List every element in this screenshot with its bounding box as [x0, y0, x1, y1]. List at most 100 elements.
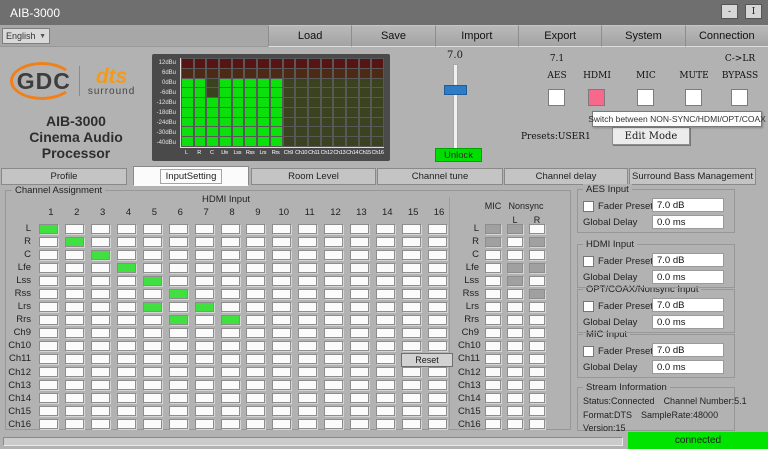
side-cell-nonsync-r-ch12[interactable]	[529, 367, 545, 377]
tab-room-level[interactable]: Room Level	[251, 168, 376, 185]
matrix-cell-ch15-4[interactable]	[117, 406, 136, 416]
matrix-cell-r-2[interactable]	[65, 237, 84, 247]
matrix-cell-lss-13[interactable]	[350, 276, 369, 286]
matrix-cell-ch14-4[interactable]	[117, 393, 136, 403]
matrix-cell-ch12-7[interactable]	[195, 367, 214, 377]
matrix-cell-ch15-6[interactable]	[169, 406, 188, 416]
matrix-cell-ch12-1[interactable]	[39, 367, 58, 377]
matrix-cell-ch9-3[interactable]	[91, 328, 110, 338]
matrix-cell-ch14-13[interactable]	[350, 393, 369, 403]
matrix-cell-rss-14[interactable]	[376, 289, 395, 299]
matrix-cell-rrs-4[interactable]	[117, 315, 136, 325]
toggle-checkbox-mic[interactable]	[637, 89, 654, 106]
fader-preset-checkbox[interactable]	[583, 201, 594, 212]
side-cell-nonsync-r-c[interactable]	[529, 250, 545, 260]
matrix-cell-ch14-16[interactable]	[428, 393, 447, 403]
side-cell-mic-lrs[interactable]	[485, 302, 501, 312]
matrix-cell-ch16-2[interactable]	[65, 419, 84, 429]
matrix-cell-ch12-3[interactable]	[91, 367, 110, 377]
matrix-cell-rrs-11[interactable]	[298, 315, 317, 325]
matrix-cell-r-13[interactable]	[350, 237, 369, 247]
fader-preset-value[interactable]: 7.0 dB	[652, 298, 724, 312]
unlock-button[interactable]: Unlock	[435, 148, 482, 162]
matrix-cell-lss-15[interactable]	[402, 276, 421, 286]
matrix-cell-ch10-9[interactable]	[246, 341, 265, 351]
matrix-cell-ch16-12[interactable]	[324, 419, 343, 429]
side-cell-nonsync-r-lfe[interactable]	[529, 263, 545, 273]
matrix-cell-ch13-7[interactable]	[195, 380, 214, 390]
matrix-cell-ch14-12[interactable]	[324, 393, 343, 403]
matrix-cell-c-9[interactable]	[246, 250, 265, 260]
matrix-cell-ch14-1[interactable]	[39, 393, 58, 403]
matrix-cell-ch10-7[interactable]	[195, 341, 214, 351]
matrix-cell-lss-1[interactable]	[39, 276, 58, 286]
matrix-cell-ch10-8[interactable]	[221, 341, 240, 351]
matrix-cell-lss-2[interactable]	[65, 276, 84, 286]
matrix-cell-rrs-16[interactable]	[428, 315, 447, 325]
matrix-cell-ch15-2[interactable]	[65, 406, 84, 416]
volume-slider-track[interactable]	[453, 64, 458, 149]
matrix-cell-ch13-16[interactable]	[428, 380, 447, 390]
matrix-cell-r-3[interactable]	[91, 237, 110, 247]
matrix-cell-lss-4[interactable]	[117, 276, 136, 286]
volume-slider-handle[interactable]	[444, 85, 467, 95]
matrix-cell-l-3[interactable]	[91, 224, 110, 234]
matrix-cell-ch12-16[interactable]	[428, 367, 447, 377]
matrix-cell-ch13-2[interactable]	[65, 380, 84, 390]
matrix-cell-ch15-9[interactable]	[246, 406, 265, 416]
matrix-cell-lfe-3[interactable]	[91, 263, 110, 273]
matrix-cell-c-14[interactable]	[376, 250, 395, 260]
global-delay-value[interactable]: 0.0 ms	[652, 315, 724, 329]
menu-button-import[interactable]: Import	[435, 25, 518, 47]
matrix-cell-rss-9[interactable]	[246, 289, 265, 299]
matrix-cell-lss-5[interactable]	[143, 276, 162, 286]
matrix-cell-ch9-8[interactable]	[221, 328, 240, 338]
matrix-cell-ch16-7[interactable]	[195, 419, 214, 429]
side-cell-nonsync-r-rss[interactable]	[529, 289, 545, 299]
matrix-cell-rrs-14[interactable]	[376, 315, 395, 325]
matrix-cell-ch16-4[interactable]	[117, 419, 136, 429]
matrix-cell-rss-5[interactable]	[143, 289, 162, 299]
side-cell-nonsync-l-ch9[interactable]	[507, 328, 523, 338]
matrix-cell-ch16-6[interactable]	[169, 419, 188, 429]
side-cell-nonsync-r-rrs[interactable]	[529, 315, 545, 325]
matrix-cell-l-15[interactable]	[402, 224, 421, 234]
matrix-cell-r-4[interactable]	[117, 237, 136, 247]
matrix-cell-lss-12[interactable]	[324, 276, 343, 286]
matrix-cell-lrs-8[interactable]	[221, 302, 240, 312]
matrix-cell-lfe-7[interactable]	[195, 263, 214, 273]
matrix-cell-ch9-1[interactable]	[39, 328, 58, 338]
matrix-cell-ch13-6[interactable]	[169, 380, 188, 390]
matrix-cell-ch16-1[interactable]	[39, 419, 58, 429]
matrix-cell-c-7[interactable]	[195, 250, 214, 260]
matrix-cell-ch9-16[interactable]	[428, 328, 447, 338]
matrix-cell-rrs-5[interactable]	[143, 315, 162, 325]
matrix-cell-lrs-10[interactable]	[272, 302, 291, 312]
matrix-cell-l-9[interactable]	[246, 224, 265, 234]
matrix-cell-c-1[interactable]	[39, 250, 58, 260]
matrix-cell-r-15[interactable]	[402, 237, 421, 247]
matrix-cell-ch11-14[interactable]	[376, 354, 395, 364]
matrix-cell-rrs-8[interactable]	[221, 315, 240, 325]
side-cell-nonsync-l-ch10[interactable]	[507, 341, 523, 351]
matrix-cell-rss-8[interactable]	[221, 289, 240, 299]
fader-preset-checkbox[interactable]	[583, 346, 594, 357]
side-cell-mic-rss[interactable]	[485, 289, 501, 299]
matrix-cell-ch11-12[interactable]	[324, 354, 343, 364]
matrix-cell-rrs-12[interactable]	[324, 315, 343, 325]
matrix-cell-rrs-9[interactable]	[246, 315, 265, 325]
side-cell-nonsync-r-lss[interactable]	[529, 276, 545, 286]
matrix-cell-ch14-9[interactable]	[246, 393, 265, 403]
matrix-cell-lfe-1[interactable]	[39, 263, 58, 273]
matrix-cell-ch11-10[interactable]	[272, 354, 291, 364]
matrix-cell-lfe-9[interactable]	[246, 263, 265, 273]
matrix-cell-c-3[interactable]	[91, 250, 110, 260]
side-cell-nonsync-r-ch14[interactable]	[529, 393, 545, 403]
side-cell-nonsync-l-rss[interactable]	[507, 289, 523, 299]
matrix-cell-c-16[interactable]	[428, 250, 447, 260]
matrix-cell-lfe-5[interactable]	[143, 263, 162, 273]
matrix-cell-ch11-4[interactable]	[117, 354, 136, 364]
matrix-cell-rss-7[interactable]	[195, 289, 214, 299]
matrix-cell-rss-6[interactable]	[169, 289, 188, 299]
side-cell-nonsync-r-ch16[interactable]	[529, 419, 545, 429]
